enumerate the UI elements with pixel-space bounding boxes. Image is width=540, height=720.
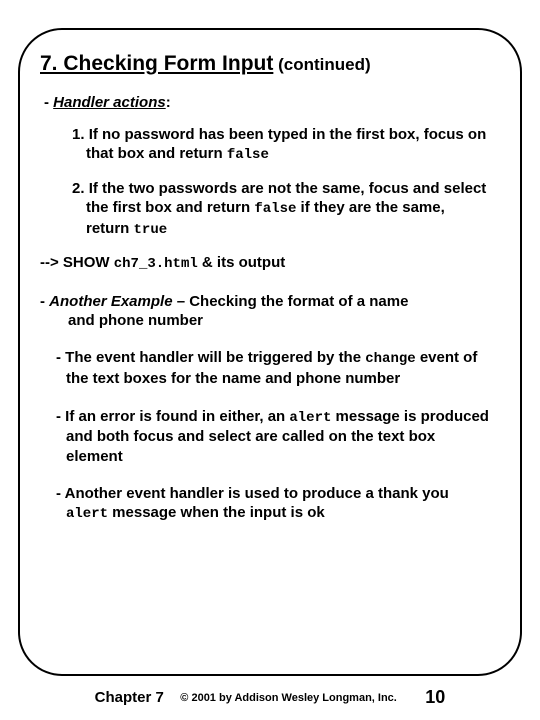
dash: -	[56, 349, 65, 366]
text: message when the input is ok	[108, 504, 325, 521]
title-suffix: (continued)	[273, 55, 370, 74]
slide-frame: 7. Checking Form Input (continued) - Han…	[18, 28, 522, 676]
code-alert: alert	[66, 506, 108, 522]
another-example-heading: - Another Example – Checking the format …	[46, 292, 490, 330]
numbered-item-2: 2. If the two passwords are not the same…	[86, 179, 490, 240]
example-tail1: – Checking the format of a name	[173, 293, 409, 310]
code-filename: ch7_3.html	[114, 256, 198, 272]
footer-chapter: Chapter 7	[95, 689, 164, 706]
slide-footer: Chapter 7 © 2001 by Addison Wesley Longm…	[0, 687, 540, 708]
example-label: Another Example	[49, 293, 172, 310]
footer-page-number: 10	[425, 687, 445, 708]
example-tail2: and phone number	[46, 311, 490, 330]
sub-bullet-1: - The event handler will be triggered by…	[66, 348, 490, 388]
handler-actions-heading: - Handler actions:	[44, 94, 500, 111]
text: If an error is found in either, an	[65, 408, 289, 425]
code-false: false	[227, 147, 269, 163]
colon: :	[166, 94, 171, 111]
handler-label: Handler actions	[53, 94, 166, 111]
item-text: If no password has been typed in the fir…	[86, 126, 486, 162]
dash: -	[56, 485, 65, 502]
code-alert: alert	[289, 410, 331, 426]
item-number: 2.	[72, 180, 89, 197]
code-true: true	[134, 222, 168, 238]
slide-title: 7. Checking Form Input (continued)	[40, 52, 500, 76]
show-post: & its output	[198, 254, 285, 271]
dash: -	[40, 293, 49, 310]
item-number: 1.	[72, 126, 89, 143]
text: The event handler will be triggered by t…	[65, 349, 365, 366]
code-false: false	[254, 201, 296, 217]
sub-bullet-3: - Another event handler is used to produ…	[66, 484, 490, 524]
sub-bullet-2: - If an error is found in either, an ale…	[66, 407, 490, 466]
dash: -	[44, 94, 53, 111]
code-change: change	[365, 351, 415, 367]
dash: -	[56, 408, 65, 425]
numbered-item-1: 1. If no password has been typed in the …	[86, 125, 490, 165]
show-line: --> SHOW ch7_3.html & its output	[40, 254, 500, 272]
footer-copyright: © 2001 by Addison Wesley Longman, Inc.	[180, 692, 397, 704]
title-main: 7. Checking Form Input	[40, 52, 273, 75]
show-pre: --> SHOW	[40, 254, 114, 271]
text: Another event handler is used to produce…	[65, 485, 449, 502]
